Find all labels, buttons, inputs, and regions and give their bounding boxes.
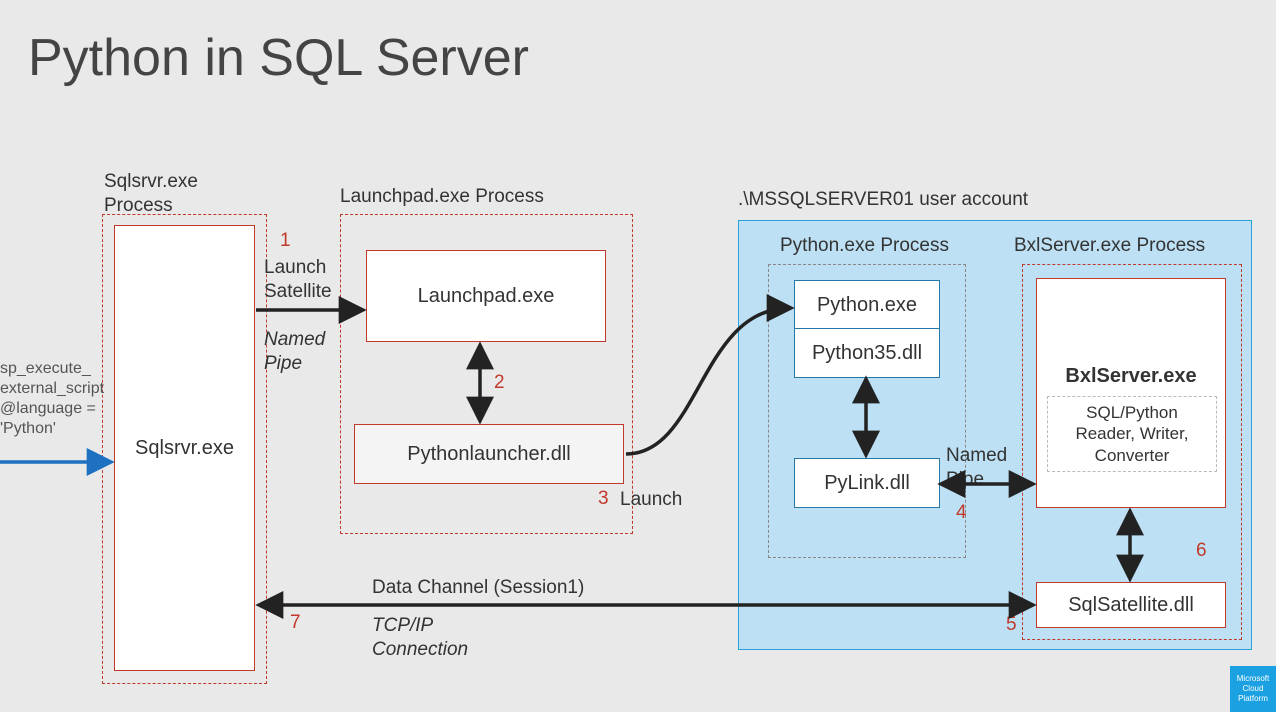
step-5: 5 [1006, 614, 1017, 636]
box-python35: Python35.dll [794, 328, 940, 378]
box-launchpad-label: Launchpad.exe [418, 285, 555, 308]
box-pythonlauncher: Pythonlauncher.dll [354, 424, 624, 484]
box-python35-label: Python35.dll [812, 342, 922, 365]
box-sqlsrvr: Sqlsrvr.exe [114, 225, 255, 671]
footer-logo: Microsoft Cloud Platform [1230, 666, 1276, 712]
box-bxlserver-sub: SQL/Python Reader, Writer, Converter [1047, 396, 1217, 472]
box-pythonlauncher-label: Pythonlauncher.dll [407, 443, 570, 466]
label-launchpad-process: Launchpad.exe Process [340, 185, 544, 209]
box-python-exe: Python.exe [794, 280, 940, 330]
label-launch-satellite: Launch Satellite [264, 256, 332, 304]
step-1: 1 [280, 230, 291, 252]
label-launch: Launch [620, 488, 682, 512]
box-pylink-label: PyLink.dll [824, 472, 910, 495]
step-6: 6 [1196, 540, 1207, 562]
step-3: 3 [598, 488, 609, 510]
label-named-pipe-1: Named Pipe [264, 328, 325, 376]
label-bxl-process: BxlServer.exe Process [1014, 234, 1205, 258]
step-4: 4 [956, 502, 967, 524]
page-title: Python in SQL Server [28, 28, 529, 88]
box-pylink: PyLink.dll [794, 458, 940, 508]
box-bxlserver-title: BxlServer.exe [1047, 365, 1215, 388]
label-user-account: .\MSSQLSERVER01 user account [738, 188, 1028, 212]
label-sqlsrvr-process: Sqlsrvr.exe Process [104, 170, 198, 218]
label-data-channel: Data Channel (Session1) [372, 576, 584, 600]
box-sqlsatellite-label: SqlSatellite.dll [1068, 594, 1194, 617]
label-python-process: Python.exe Process [780, 234, 949, 258]
box-launchpad: Launchpad.exe [366, 250, 606, 342]
label-tcpip: TCP/IP Connection [372, 614, 468, 662]
footer-logo-text: Microsoft Cloud Platform [1237, 674, 1269, 704]
step-7: 7 [290, 612, 301, 634]
label-named-pipe-2: Named Pipe [946, 444, 1007, 492]
box-python-exe-label: Python.exe [817, 294, 917, 317]
box-bxlserver: BxlServer.exe SQL/Python Reader, Writer,… [1036, 278, 1226, 508]
label-sp-execute: sp_execute_ external_script @language = … [0, 359, 104, 439]
box-sqlsatellite: SqlSatellite.dll [1036, 582, 1226, 628]
box-sqlsrvr-label: Sqlsrvr.exe [135, 437, 234, 460]
step-2: 2 [494, 372, 505, 394]
